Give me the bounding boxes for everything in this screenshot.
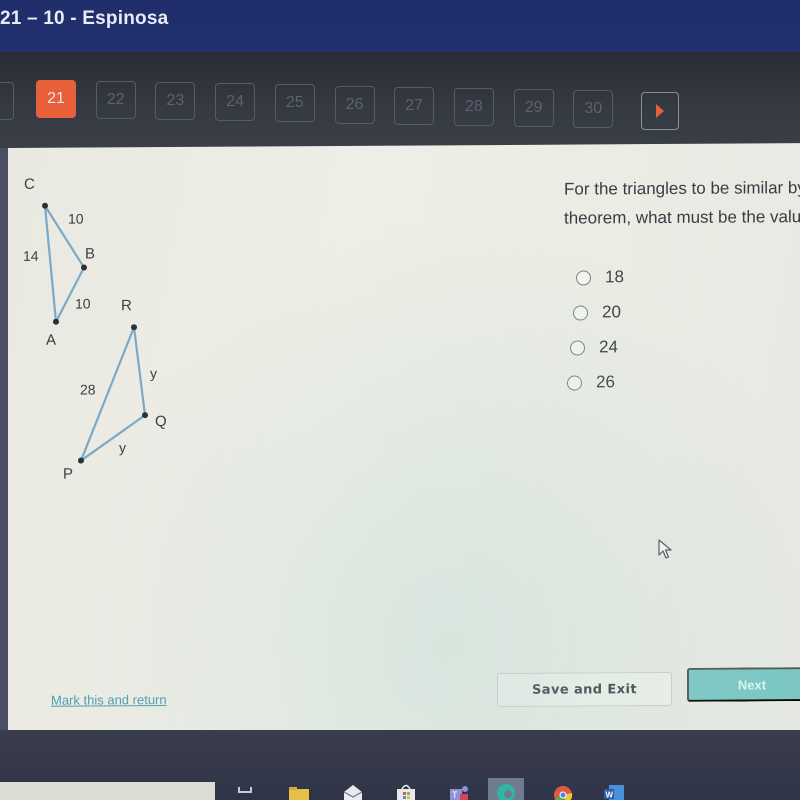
vertex-a-point xyxy=(53,318,59,325)
vertex-a-label: A xyxy=(46,331,57,349)
question-26-button[interactable]: 26 xyxy=(334,85,375,124)
answer-option-20[interactable]: 20 xyxy=(573,302,621,322)
chrome-icon[interactable] xyxy=(552,783,574,800)
answer-option-24[interactable]: 24 xyxy=(570,337,618,357)
question-23-button[interactable]: 23 xyxy=(155,82,196,121)
question-panel: C B A 10 14 10 R Q P 28 y y For the tria… xyxy=(8,143,800,736)
question-25-button[interactable]: 25 xyxy=(274,84,315,123)
radio-button-icon[interactable] xyxy=(573,304,588,321)
mark-and-return-link[interactable]: Mark this and return xyxy=(51,692,167,708)
vertex-r-point xyxy=(131,324,137,331)
window-title: 21 – 10 - Espinosa xyxy=(0,8,169,29)
side-ab-label: 10 xyxy=(75,295,91,312)
word-icon[interactable]: W xyxy=(603,783,625,800)
question-navigation: 21 22 23 24 25 26 27 28 29 30 xyxy=(0,52,800,152)
previous-question-button[interactable] xyxy=(0,82,14,120)
answer-option-label: 18 xyxy=(605,267,624,287)
side-ca xyxy=(43,205,58,322)
mail-icon[interactable] xyxy=(342,783,364,800)
question-line-2: theorem, what must be the value of y? xyxy=(564,207,800,228)
mouse-cursor-icon xyxy=(658,539,672,559)
file-explorer-icon[interactable] xyxy=(288,783,310,800)
next-questions-button[interactable] xyxy=(641,92,679,130)
triangles-diagram xyxy=(42,202,148,464)
radio-button-icon[interactable] xyxy=(570,339,585,356)
radio-button-icon[interactable] xyxy=(576,269,591,286)
store-icon[interactable] xyxy=(395,783,417,800)
teams-icon[interactable]: T xyxy=(448,783,470,800)
side-cb-label: 10 xyxy=(68,210,84,227)
save-and-exit-button[interactable]: Save and Exit xyxy=(497,671,672,708)
task-view-icon[interactable] xyxy=(235,783,257,800)
side-pq-label: y xyxy=(119,439,126,456)
side-ca-label: 14 xyxy=(23,247,39,264)
question-24-button[interactable]: 24 xyxy=(215,83,256,122)
svg-text:T: T xyxy=(452,790,458,800)
side-rq-label: y xyxy=(150,365,157,382)
question-line-1: For the triangles to be similar by the S… xyxy=(564,177,800,199)
vertex-c-label: C xyxy=(24,175,35,193)
side-rq xyxy=(132,327,147,416)
answer-option-label: 20 xyxy=(602,302,621,322)
vertex-c-point xyxy=(42,202,48,209)
question-21-button[interactable]: 21 xyxy=(36,80,76,118)
play-arrow-icon xyxy=(656,104,664,118)
edge-icon[interactable] xyxy=(488,778,524,800)
radio-button-icon[interactable] xyxy=(567,374,582,391)
question-22-button[interactable]: 22 xyxy=(95,81,136,120)
side-pr-label: 28 xyxy=(80,381,96,398)
question-30-button[interactable]: 30 xyxy=(573,89,614,128)
svg-text:W: W xyxy=(606,791,614,800)
question-29-button[interactable]: 29 xyxy=(513,88,554,127)
answer-option-label: 24 xyxy=(599,337,618,357)
answer-option-18[interactable]: 18 xyxy=(576,267,624,287)
question-27-button[interactable]: 27 xyxy=(394,86,435,125)
question-28-button[interactable]: 28 xyxy=(453,87,494,126)
vertex-q-label: Q xyxy=(155,413,167,431)
answer-option-label: 26 xyxy=(596,372,615,392)
vertex-p-point xyxy=(78,457,84,464)
taskbar-search-box[interactable] xyxy=(0,782,215,800)
next-button[interactable]: Next xyxy=(687,667,800,702)
screen: 21 – 10 - Espinosa 21 22 23 24 25 26 27 28 29 30 xyxy=(0,0,800,800)
question-text: For the triangles to be similar by the S… xyxy=(564,173,800,233)
answer-option-26[interactable]: 26 xyxy=(567,372,615,392)
vertex-b-point xyxy=(81,264,87,271)
vertex-p-label: P xyxy=(63,465,74,483)
title-bar: 21 – 10 - Espinosa xyxy=(0,0,800,52)
vertex-q-point xyxy=(142,412,148,419)
vertex-r-label: R xyxy=(121,297,132,315)
vertex-b-label: B xyxy=(85,245,96,263)
